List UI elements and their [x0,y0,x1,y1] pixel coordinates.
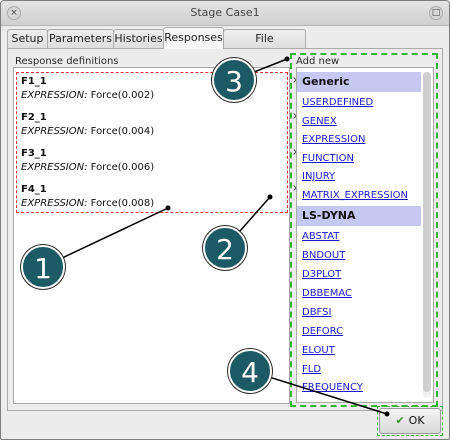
callout-3-badge: 3 [212,58,256,102]
tab-responses[interactable]: Responses [163,27,224,49]
leader-dot-4 [384,411,390,417]
callout-4-badge: 4 [228,349,272,393]
leader-dot-3 [284,56,290,62]
leader-dot-1 [165,205,171,211]
leader-dot-2 [267,194,273,200]
callout-2-badge: 2 [203,226,247,270]
callout-1-badge: 1 [21,245,65,289]
